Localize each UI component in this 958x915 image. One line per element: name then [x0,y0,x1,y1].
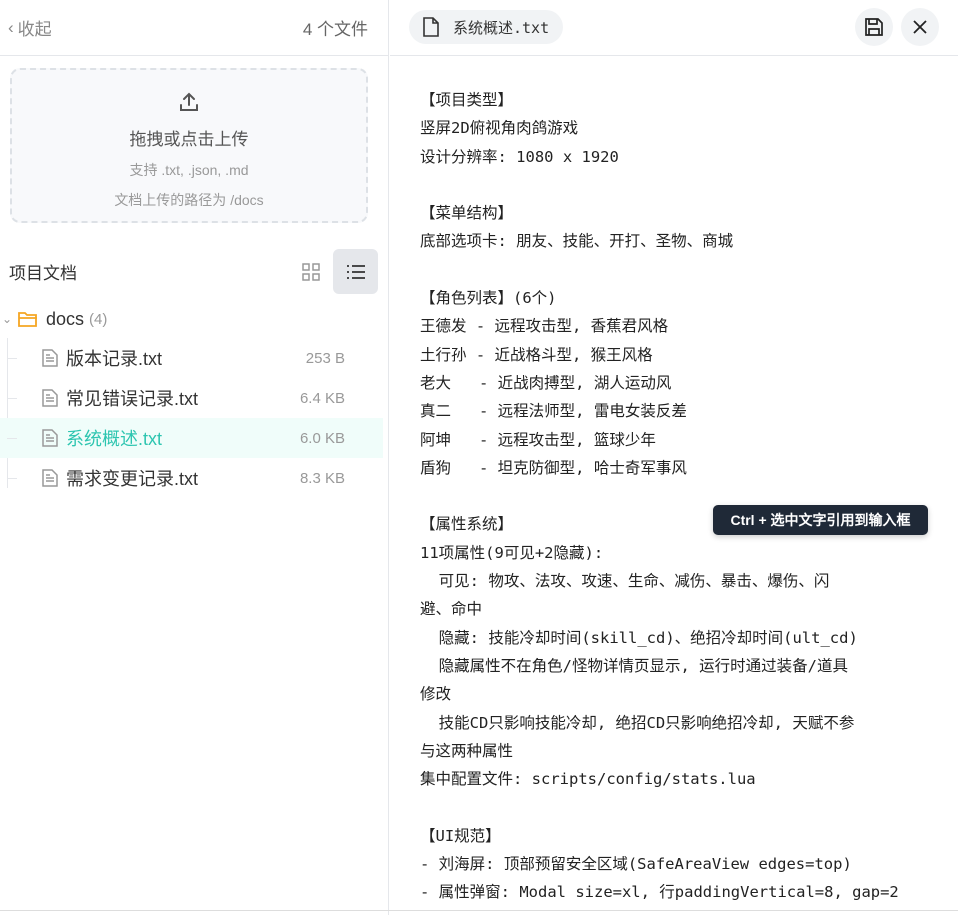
file-size: 6.0 KB [299,429,345,447]
file-count: 4 个文件 [302,20,368,39]
upload-path-note: 文档上传的路径为 /docs [114,192,264,208]
content-line: 隐藏属性不在角色/怪物详情页显示, 运行时通过装备/道具 [420,656,848,675]
upload-formats: 支持 .txt, .json, .md [129,162,249,178]
content-line: 集中配置文件: scripts/config/stats.lua [420,770,756,789]
list-view-button[interactable] [333,249,378,294]
save-button[interactable] [855,8,893,46]
file-size: 6.4 KB [299,389,345,407]
document-icon [42,429,58,447]
tab-title: 系统概述.txt [453,18,550,37]
editor-panel: 系统概述.txt 【项目类型】竖屏2D俯视角肉鸽游戏设计分辨率: 1080 x … [390,0,958,915]
section-header: 项目文档 [0,249,378,294]
content-line: - 属性弹窗: Modal size=xl, 行paddingVertical=… [420,883,899,902]
content-line: 11项属性(9可见+2隐藏): [420,543,604,562]
content-line: 竖屏2D俯视角肉鸽游戏 [420,119,579,138]
content-line: 老大 - 近战肉搏型, 湖人运动风 [420,373,672,392]
file-tab[interactable]: 系统概述.txt [409,10,564,44]
document-icon [42,389,58,407]
grid-view-button[interactable] [288,249,333,294]
content-line: 【UI规范】 [420,826,501,845]
file-content[interactable]: 【项目类型】竖屏2D俯视角肉鸽游戏设计分辨率: 1080 x 1920 【菜单结构… [420,86,940,907]
file-name: 常见错误记录.txt [66,389,199,409]
file-icon [423,17,439,37]
chevron-left-icon: ‹ [8,17,14,37]
collapse-label: 收起 [17,20,52,39]
content-line: 【项目类型】 [420,91,514,109]
file-tree: ⌄ docs (4) 版本记录.txt 253 B 常见错误记录.txt 6.4 KB 系… [0,300,383,498]
content-line [420,171,940,199]
content-line: 盾狗 - 坦克防御型, 哈士奇军事风 [420,458,687,477]
content-line: 设计分辨率: 1080 x 1920 [420,147,619,166]
folder-count: (4) [89,310,108,328]
folder-name: docs [46,308,85,329]
divider [0,910,958,911]
collapse-button[interactable]: ‹ 收起 [8,15,52,40]
editor-header: 系统概述.txt [390,0,958,56]
file-item[interactable]: 常见错误记录.txt 6.4 KB [0,378,383,418]
tree-guide [7,438,17,439]
folder-icon [18,312,37,327]
upload-title: 拖拽或点击上传 [129,130,249,149]
tree-guide [7,358,17,359]
content-line: 王德发 - 远程攻击型, 香蕉君风格 [420,317,669,336]
upload-icon [180,92,198,111]
tree-guide [7,398,17,399]
upload-dropzone[interactable]: 拖拽或点击上传 支持 .txt, .json, .md 文档上传的路径为 /do… [10,68,368,223]
close-icon [913,20,927,34]
content-line: 修改 [420,685,452,704]
file-name: 需求变更记录.txt [66,469,199,489]
content-line [420,256,940,284]
section-title: 项目文档 [9,264,77,283]
content-line: 技能CD只影响技能冷却, 绝招CD只影响绝招冷却, 天赋不参 [420,713,855,732]
content-line: 隐藏: 技能冷却时间(skill_cd)、绝招冷却时间(ult_cd) [420,628,858,647]
file-item[interactable]: 系统概述.txt 6.0 KB [0,418,383,458]
file-name: 版本记录.txt [66,349,163,369]
list-icon [346,264,365,279]
content-line: 可见: 物攻、法攻、攻速、生命、减伤、暴击、爆伤、闪 [420,572,830,591]
sidebar-header: ‹ 收起 4 个文件 [0,0,388,56]
document-icon [42,469,58,487]
content-line: 土行孙 - 近战格斗型, 猴王风格 [420,345,653,364]
file-size: 8.3 KB [299,469,345,487]
content-line: 【菜单结构】 [420,204,514,223]
folder-docs[interactable]: ⌄ docs (4) [0,300,383,338]
grid-icon [301,262,320,281]
content-line: 阿坤 - 远程攻击型, 篮球少年 [420,430,656,449]
file-item[interactable]: 需求变更记录.txt 8.3 KB [0,458,383,498]
file-size: 253 B [305,349,345,367]
content-line: 底部选项卡: 朋友、技能、开打、圣物、商城 [420,232,734,251]
content-line: 避、命中 [420,600,483,619]
content-line: 真二 - 远程法师型, 雷电女装反差 [420,402,687,421]
close-button[interactable] [901,8,939,46]
document-icon [42,349,58,367]
content-line [420,793,940,821]
tree-guide [7,478,17,479]
file-item[interactable]: 版本记录.txt 253 B [0,338,383,378]
content-line: - 刘海屏: 顶部预留安全区域(SafeAreaView edges=top) [420,855,852,874]
content-line: 与这两种属性 [420,741,514,760]
file-sidebar: ‹ 收起 4 个文件 拖拽或点击上传 支持 .txt, .json, .md 文档… [0,0,389,915]
chevron-down-icon: ⌄ [1,312,13,326]
content-line: 【角色列表】(6个) [420,289,557,308]
save-icon [865,18,883,36]
file-name: 系统概述.txt [66,429,163,449]
tooltip: Ctrl + 选中文字引用到输入框 [713,505,928,535]
